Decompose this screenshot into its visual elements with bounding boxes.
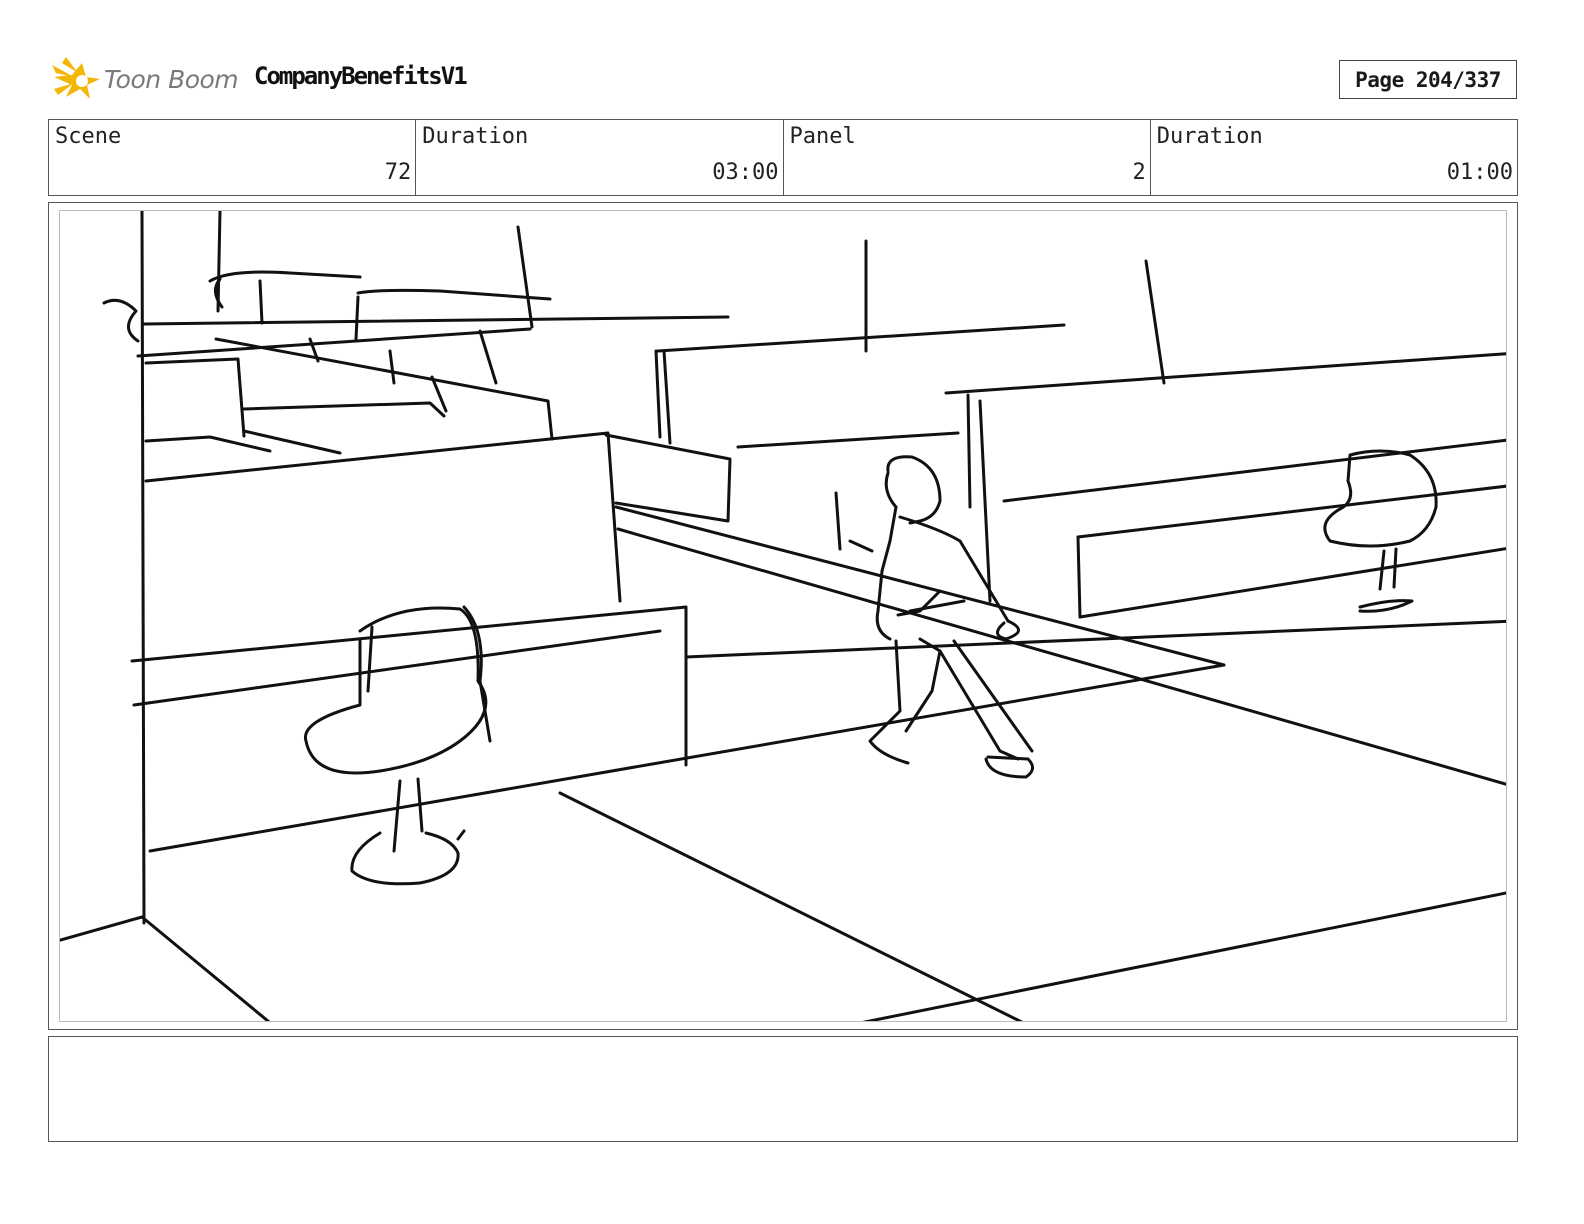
scene-value: 72: [384, 160, 412, 185]
panel-duration-label: Duration: [1156, 124, 1263, 149]
scene-duration-cell: Duration 03:00: [416, 120, 784, 195]
storyboard-panel-frame: [48, 202, 1518, 1030]
page-indicator: Page 204/337: [1339, 60, 1517, 99]
scene-cell: Scene 72: [49, 120, 417, 195]
sketch-drawing: [60, 211, 1506, 1021]
toon-boom-logo: Toon Boom: [52, 55, 242, 107]
panel-label: Panel: [789, 124, 856, 149]
project-title: CompanyBenefitsV1: [254, 62, 468, 90]
storyboard-panel-drawing: [59, 210, 1507, 1022]
panel-cell: Panel 2: [784, 120, 1151, 195]
panel-duration-value: 01:00: [1446, 160, 1513, 185]
panel-value: 2: [1132, 160, 1146, 185]
scene-label: Scene: [55, 124, 122, 149]
scene-info-table: Scene 72 Duration 03:00 Panel 2 Duration…: [48, 119, 1518, 196]
scene-duration-value: 03:00: [712, 160, 779, 185]
panel-duration-cell: Duration 01:00: [1151, 120, 1517, 195]
star-burst-icon: [52, 57, 100, 99]
scene-duration-label: Duration: [422, 124, 529, 149]
logo-wordmark: Toon Boom: [104, 65, 239, 94]
panel-notes-box[interactable]: [48, 1036, 1518, 1142]
